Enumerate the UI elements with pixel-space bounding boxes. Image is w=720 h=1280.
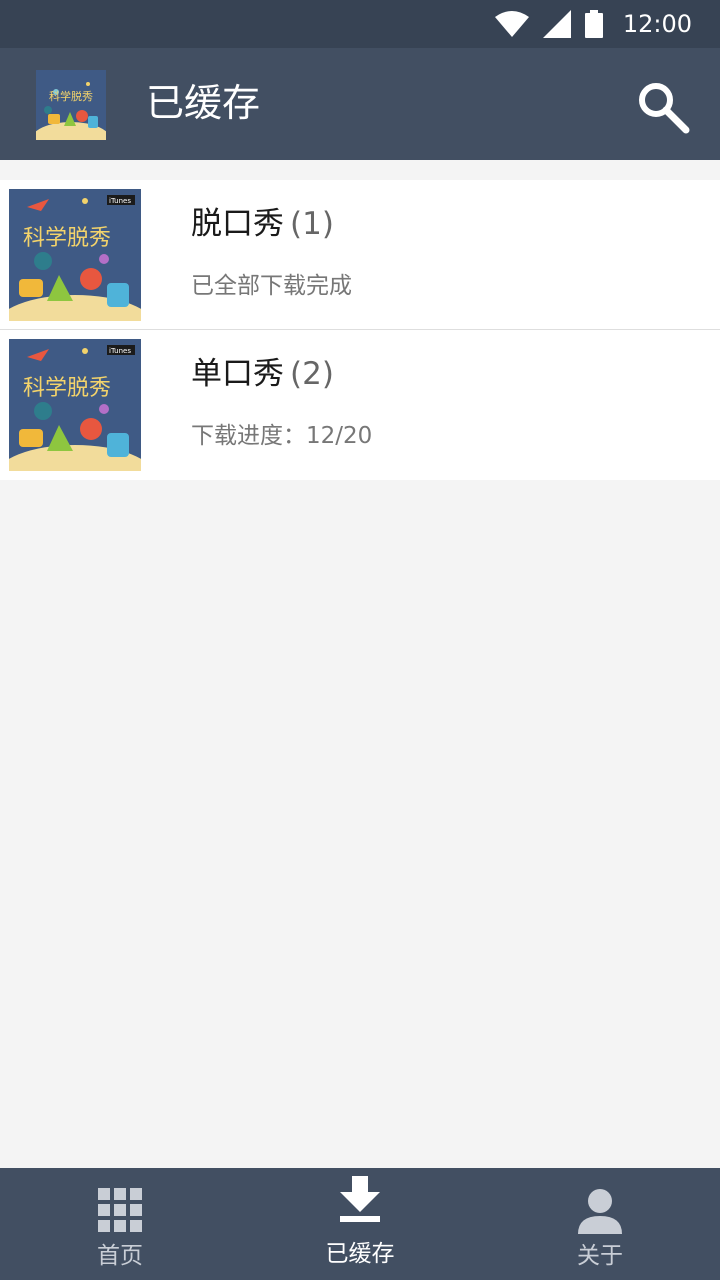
nav-label: 关于 — [577, 1243, 623, 1269]
item-count: (1) — [290, 206, 334, 242]
svg-text:iTunes: iTunes — [109, 197, 131, 205]
person-icon — [578, 1189, 622, 1234]
svg-text:科学脱秀: 科学脱秀 — [49, 89, 93, 103]
wifi-icon — [494, 11, 529, 37]
grid-icon — [98, 1188, 142, 1232]
podcast-logo[interactable]: 科学脱秀 — [36, 70, 106, 140]
page-title: 已缓存 — [146, 81, 261, 125]
svg-text:iTunes: iTunes — [109, 347, 131, 355]
status-bar: 12:00 — [0, 0, 720, 48]
nav-item-cached[interactable]: 已缓存 — [240, 1168, 480, 1280]
nav-label: 首页 — [97, 1243, 143, 1269]
search-icon[interactable] — [632, 76, 692, 136]
item-status: 已全部下载完成 — [191, 273, 352, 299]
status-time: 12:00 — [622, 10, 692, 38]
item-progress: 下载进度：12/20 — [191, 423, 373, 449]
item-title: 单口秀 (2) — [191, 352, 334, 396]
bottom-nav: 首页 已缓存 关于 — [0, 1168, 720, 1280]
podcast-cover: iTunes 科学脱秀 — [9, 339, 141, 471]
nav-item-home[interactable]: 首页 — [0, 1168, 240, 1280]
svg-text:科学脱秀: 科学脱秀 — [23, 226, 111, 251]
item-title: 脱口秀 (1) — [191, 202, 334, 246]
signal-icon — [542, 10, 571, 38]
list-item[interactable]: iTunes 科学脱秀 单口秀 (2) 下载进度：12/20 — [0, 330, 720, 480]
download-icon — [340, 1176, 380, 1222]
nav-item-about[interactable]: 关于 — [480, 1168, 720, 1280]
podcast-cover: iTunes 科学脱秀 — [9, 189, 141, 321]
list-item[interactable]: iTunes 科学脱秀 脱口秀 (1) 已全部下载完成 — [0, 180, 720, 330]
status-icons: 12:00 — [494, 0, 692, 48]
nav-label: 已缓存 — [325, 1241, 395, 1267]
svg-text:科学脱秀: 科学脱秀 — [23, 376, 111, 401]
item-title-text: 脱口秀 — [191, 206, 284, 242]
battery-icon — [584, 10, 603, 38]
app-bar: 科学脱秀 已缓存 — [0, 48, 720, 160]
cached-list: iTunes 科学脱秀 脱口秀(1) 已全部下载完成 iTunes 科学脱秀 — [0, 180, 720, 480]
item-title-text: 单口秀 — [191, 356, 284, 392]
item-count: (2) — [290, 356, 334, 392]
